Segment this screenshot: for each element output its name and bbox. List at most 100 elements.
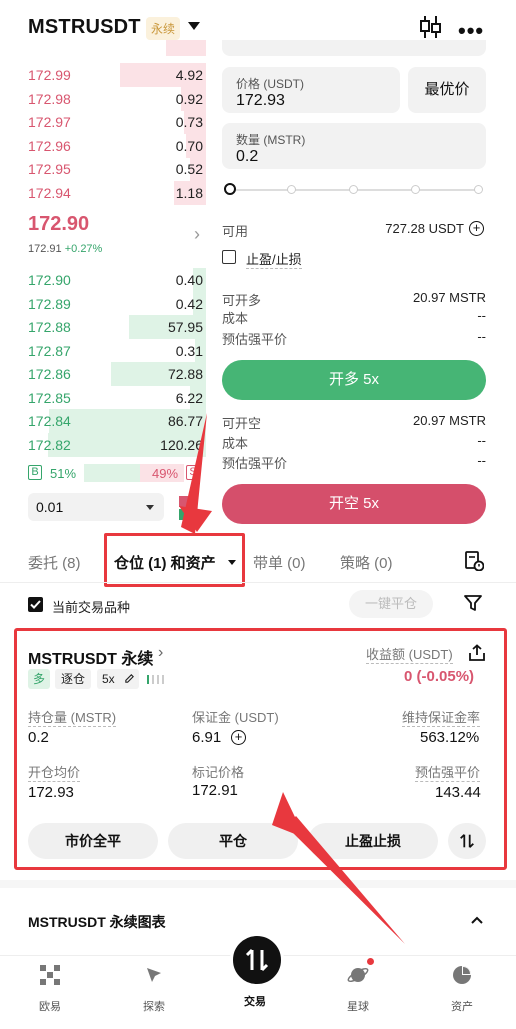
quantity-input-value: 0.2: [236, 148, 259, 165]
orderbook-price: 172.86: [28, 366, 71, 382]
orderbook-row[interactable]: 172.84 86.77: [0, 408, 206, 434]
orderbook-row[interactable]: 172.95 0.52: [0, 156, 206, 182]
depth-step-value: 0.01: [36, 499, 64, 515]
orderbook-row[interactable]: 172.85 6.22: [0, 385, 206, 411]
orderbook-qty: 0.40: [175, 272, 203, 288]
cost-label: 成本: [222, 311, 249, 326]
tpsl-label[interactable]: 止盈/止损: [246, 249, 302, 269]
last-price: 172.90: [28, 213, 90, 235]
symbol-title[interactable]: MSTRUSDT: [28, 16, 141, 39]
planet-icon: [347, 967, 369, 983]
slider-step-75[interactable]: [411, 185, 420, 194]
slider-step-50[interactable]: [349, 185, 358, 194]
est-liq-label-2: 预估强平价: [222, 456, 288, 471]
order-history-icon[interactable]: [464, 551, 484, 571]
orderbook-row[interactable]: 172.82 120.26: [0, 432, 206, 458]
tpsl-checkbox[interactable]: [222, 250, 236, 264]
best-price-button[interactable]: 最优价: [408, 67, 486, 113]
perpetual-badge: 永续: [146, 17, 181, 40]
orderbook-row[interactable]: 172.96 0.70: [0, 133, 206, 159]
nav-home[interactable]: 欧易: [10, 964, 90, 1014]
orderbook-row[interactable]: 172.94 1.18: [0, 180, 206, 206]
quantity-slider-handle[interactable]: [224, 183, 236, 195]
orderbook-row[interactable]: 172.87 0.31: [0, 338, 206, 364]
orderbook-qty: 6.22: [175, 389, 203, 406]
current-symbol-checkbox[interactable]: [28, 597, 43, 612]
transfer-plus-icon[interactable]: +: [469, 221, 484, 236]
nav-trade-button[interactable]: [230, 933, 284, 987]
cost-value: --: [477, 308, 486, 323]
nav-planet[interactable]: 星球: [318, 964, 398, 1014]
tab-trailing[interactable]: 带单 (0): [253, 552, 306, 573]
okx-logo-icon: [40, 965, 60, 985]
orderbook-row[interactable]: 172.99 4.92: [0, 62, 206, 88]
symbol-dropdown-icon[interactable]: [188, 22, 200, 30]
nav-assets-label: 资产: [451, 1001, 473, 1013]
orderbook-qty: 0.73: [175, 114, 203, 130]
nav-trade-label: 交易: [244, 996, 266, 1008]
orderbook-price: 172.95: [28, 161, 71, 177]
orderbook-row[interactable]: 172.98 0.92: [0, 86, 206, 112]
available-label: 可用: [222, 224, 249, 239]
nav-discover[interactable]: 探索: [114, 964, 194, 1014]
buy-ratio-bar: [84, 464, 140, 482]
orderbook-qty: 86.77: [167, 413, 203, 429]
orderbook-row[interactable]: 172.88 57.95: [0, 314, 206, 340]
chevron-up-icon[interactable]: [470, 913, 484, 927]
open-long-button[interactable]: 开多 5x: [222, 360, 486, 400]
buy-ratio-label: B: [28, 465, 42, 480]
slider-step-25[interactable]: [287, 185, 296, 194]
slider-step-100[interactable]: [474, 185, 483, 194]
pie-chart-icon: [453, 966, 471, 984]
orderbook-row[interactable]: 172.89 0.42: [0, 291, 206, 317]
sell-ratio: 49%: [152, 466, 179, 481]
available-value: 727.28 USDT: [385, 221, 464, 236]
orderbook-qty: 72.88: [167, 366, 203, 382]
chart-section-title[interactable]: MSTRUSDT 永续图表: [28, 912, 166, 932]
order-type-field[interactable]: [222, 40, 486, 56]
check-icon: [30, 600, 41, 609]
orderbook-price: 172.97: [28, 114, 71, 130]
candlestick-chart-icon[interactable]: [418, 14, 442, 40]
nav-assets[interactable]: 资产: [422, 964, 502, 1014]
can-open-short-label: 可开空: [222, 416, 262, 431]
close-all-button[interactable]: 一键平仓: [349, 590, 433, 618]
orderbook-price: 172.89: [28, 295, 71, 312]
mark-price-change: 172.91 +0.27%: [28, 243, 102, 255]
orderbook-layout-icon[interactable]: [178, 495, 200, 521]
notification-dot: [367, 958, 374, 965]
orderbook-qty: 0.92: [175, 90, 203, 107]
orderbook-price: 172.99: [28, 67, 71, 83]
orderbook-partial-row: [0, 40, 206, 56]
price-input-label: 价格 (USDT): [236, 77, 304, 91]
quantity-input[interactable]: 数量 (MSTR) 0.2: [222, 123, 486, 169]
filter-icon[interactable]: [464, 594, 482, 612]
orderbook-price: 172.85: [28, 389, 71, 406]
section-divider: [0, 880, 516, 888]
can-open-long-value: 20.97 MSTR: [413, 290, 486, 305]
chevron-down-icon: [146, 505, 154, 510]
current-symbol-label[interactable]: 当前交易品种: [52, 597, 130, 616]
nav-home-label: 欧易: [39, 1001, 61, 1013]
orderbook-price: 172.96: [28, 137, 71, 154]
orderbook-row[interactable]: 172.90 0.40: [0, 267, 206, 293]
mark-price-line: 172.91: [28, 243, 62, 255]
nav-discover-label: 探索: [143, 1001, 165, 1013]
orderbook-qty: 4.92: [175, 67, 203, 83]
chevron-right-icon[interactable]: ›: [194, 224, 200, 245]
annotation-highlight-tab: [104, 533, 245, 587]
price-input[interactable]: 价格 (USDT) 172.93: [222, 67, 400, 113]
tab-strategy[interactable]: 策略 (0): [340, 552, 393, 573]
orderbook-qty: 0.42: [175, 295, 203, 312]
orderbook-price: 172.94: [28, 184, 71, 201]
tabs-divider: [0, 582, 516, 583]
est-liq-label: 预估强平价: [222, 332, 288, 347]
orderbook-price: 172.82: [28, 436, 71, 453]
orderbook-qty: 1.18: [175, 184, 203, 201]
depth-step-select[interactable]: 0.01: [28, 493, 164, 521]
tab-orders[interactable]: 委托 (8): [28, 552, 81, 573]
open-short-button[interactable]: 开空 5x: [222, 484, 486, 524]
orderbook-row[interactable]: 172.86 72.88: [0, 361, 206, 387]
price-change: +0.27%: [64, 243, 103, 255]
orderbook-row[interactable]: 172.97 0.73: [0, 109, 206, 135]
